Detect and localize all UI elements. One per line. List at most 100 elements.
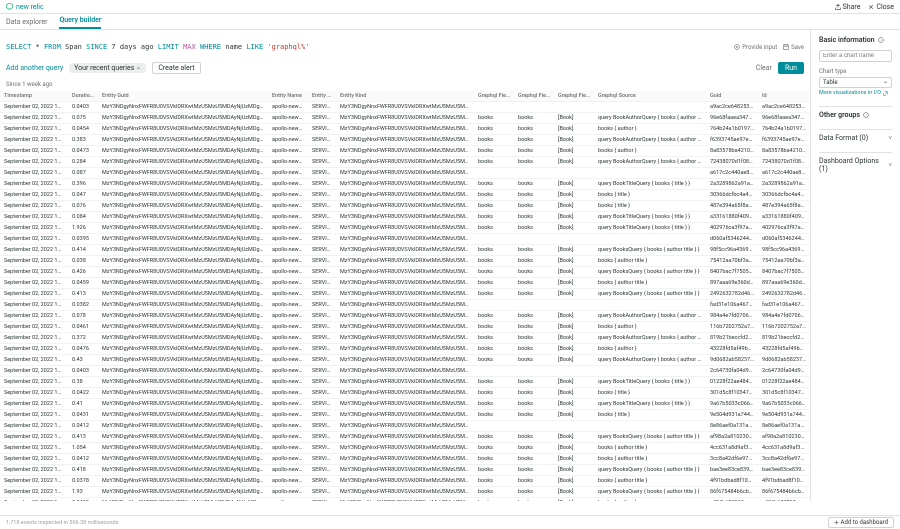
- nrql-editor[interactable]: SELECT * FROM Span SINCE 7 days ago LIMI…: [6, 43, 728, 51]
- table-row[interactable]: September 02, 2022 14:38:401.054MzY3NDgy…: [0, 443, 810, 454]
- provide-input-button[interactable]: Provide input: [734, 44, 777, 51]
- table-row[interactable]: September 02, 2022 14:39:410.41MzY3NDgyN…: [0, 399, 810, 410]
- table-cell: [Book]: [554, 487, 594, 498]
- table-cell: apollo-newrelic-otel: [268, 443, 308, 454]
- table-row[interactable]: September 02, 2022 14:39:430.43MzY3NDgyN…: [0, 355, 810, 366]
- table-row[interactable]: September 02, 2022 14:39:430.0422MzY3NDg…: [0, 388, 810, 399]
- table-row[interactable]: September 02, 2022 14:33:580.0395MzY3NDg…: [0, 234, 810, 245]
- chart-name-input[interactable]: [819, 50, 892, 62]
- chart-type-select[interactable]: Table: [819, 77, 892, 88]
- table-cell: MzY3NDgyNnxFWFR8U0VSVklDRXwtMzU5MzU5MDAy…: [336, 190, 474, 201]
- table-row[interactable]: September 02, 2022 14:33:590.038MzY3NDgy…: [0, 256, 810, 267]
- tab-data-explorer[interactable]: Data explorer: [6, 18, 47, 29]
- table-cell: MzY3NDgyNnxFWFR8U0VSVklDRXwtMzU5MzU5MDAy…: [336, 344, 474, 355]
- table-cell: [474, 366, 514, 377]
- table-row[interactable]: September 02, 2022 14:39:390.0378MzY3NDg…: [0, 476, 810, 487]
- share-button[interactable]: Share: [835, 3, 861, 11]
- table-row[interactable]: September 02, 2022 14:37:580.0439MzY3NDg…: [0, 498, 810, 502]
- close-button[interactable]: Close: [868, 3, 894, 11]
- table-row[interactable]: September 02, 2022 14:38:400.418MzY3NDgy…: [0, 465, 810, 476]
- table-cell: SERVICE: [308, 454, 336, 465]
- table-row[interactable]: September 02, 2022 14:33:571.926MzY3NDgy…: [0, 223, 810, 234]
- dashboard-options-accordion[interactable]: Dashboard Options (1) ˅: [819, 152, 892, 173]
- table-cell: query BookTitleQuery { books { title } }: [594, 179, 706, 190]
- column-header[interactable]: Entity Guid: [98, 91, 268, 102]
- table-row[interactable]: September 02, 2022 14:33:510.0454MzY3NDg…: [0, 124, 810, 135]
- table-row[interactable]: September 02, 2022 14:38:000.0412MzY3NDg…: [0, 421, 810, 432]
- table-row[interactable]: September 02, 2022 14:33:510.383MzY3NDgy…: [0, 135, 810, 146]
- add-query-link[interactable]: Add another query: [6, 64, 63, 72]
- table-row[interactable]: September 02, 2022 14:33:020.0459MzY3NDg…: [0, 278, 810, 289]
- table-row[interactable]: September 02, 2022 14:39:410.38MzY3NDgyN…: [0, 377, 810, 388]
- table-row[interactable]: September 02, 2022 14:39:410.0461MzY3NDg…: [0, 322, 810, 333]
- tab-query-builder[interactable]: Query builder: [59, 16, 101, 29]
- table-cell: f6393745ae97e81: [758, 135, 810, 146]
- table-row[interactable]: September 02, 2022 14:33:020.413MzY3NDgy…: [0, 289, 810, 300]
- run-button[interactable]: Run: [778, 62, 804, 74]
- table-cell: books { author title }: [594, 256, 706, 267]
- table-row[interactable]: September 02, 2022 14:39:410.0403MzY3NDg…: [0, 366, 810, 377]
- table-cell: 01228f22ae48458d: [706, 377, 758, 388]
- column-header[interactable]: Entity Name: [268, 91, 308, 102]
- column-header[interactable]: Entity Kind: [336, 91, 474, 102]
- table-row[interactable]: September 02, 2022 14:39:400.0412MzY3NDg…: [0, 454, 810, 465]
- column-header[interactable]: Timestamp: [0, 91, 68, 102]
- table-row[interactable]: September 02, 2022 14:33:580.414MzY3NDgy…: [0, 245, 810, 256]
- add-to-dashboard-button[interactable]: Add to dashboard: [828, 517, 894, 528]
- table-row[interactable]: September 02, 2022 14:33:580.284MzY3NDgy…: [0, 157, 810, 168]
- column-header[interactable]: Guid: [706, 91, 758, 102]
- table-cell: SERVICE: [308, 465, 336, 476]
- table-cell: apollo-newrelic-otel: [268, 146, 308, 157]
- brand-logo[interactable]: new relic: [6, 3, 44, 11]
- table-row[interactable]: September 02, 2022 14:33:440.0382MzY3NDg…: [0, 300, 810, 311]
- table-row[interactable]: September 02, 2022 14:33:590.087MzY3NDgy…: [0, 168, 810, 179]
- table-row[interactable]: September 02, 2022 14:39:410.078MzY3NDgy…: [0, 311, 810, 322]
- table-row[interactable]: September 02, 2022 14:33:590.076MzY3NDgy…: [0, 201, 810, 212]
- table-cell: 764b24a1b0197077: [706, 124, 758, 135]
- column-header[interactable]: Graphql Field Name: [474, 91, 514, 102]
- table-row[interactable]: September 02, 2022 14:39:420.0431MzY3NDg…: [0, 410, 810, 421]
- table-row[interactable]: September 02, 2022 14:39:391.93MzY3NDgyN…: [0, 487, 810, 498]
- table-row[interactable]: September 02, 2022 14:33:590.426MzY3NDgy…: [0, 267, 810, 278]
- table-cell: SERVICE: [308, 388, 336, 399]
- table-row[interactable]: September 02, 2022 14:39:410.372MzY3NDgy…: [0, 333, 810, 344]
- more-viz-link[interactable]: More visualizations in I/O: [819, 90, 892, 96]
- table-cell: 8a83578ba421039d5: [706, 146, 758, 157]
- table-cell: MzY3NDgyNnxFWFR8U0VSVklDRXwtMzU5MzU5MDAy…: [336, 102, 474, 113]
- table-row[interactable]: September 02, 2022 14:39:410.0476MzY3NDg…: [0, 344, 810, 355]
- table-cell: MzY3NDgyNnxFWFR8U0VSVklDRXwtMzU5MzU5MDAy…: [98, 388, 268, 399]
- table-cell: 0.413: [68, 289, 98, 300]
- data-format-accordion[interactable]: Data Format (0) ˅: [819, 129, 892, 142]
- table-cell: af98a2a8102303186: [706, 432, 758, 443]
- table-row[interactable]: September 02, 2022 14:38:000.413MzY3NDgy…: [0, 432, 810, 443]
- table-row[interactable]: September 02, 2022 14:33:590.047MzY3NDgy…: [0, 190, 810, 201]
- column-header[interactable]: Graphql Field Path: [514, 91, 554, 102]
- column-header[interactable]: Graphql Field Type: [554, 91, 594, 102]
- table-cell: apollo-newrelic-otel: [268, 421, 308, 432]
- clear-button[interactable]: Clear: [756, 64, 772, 72]
- column-header[interactable]: Duration Ms: [68, 91, 98, 102]
- table-row[interactable]: September 02, 2022 14:33:500.0403MzY3NDg…: [0, 102, 810, 113]
- table-cell: September 02, 2022 14:33:58: [0, 157, 68, 168]
- create-alert-button[interactable]: Create alert: [152, 62, 200, 74]
- info-icon[interactable]: i: [878, 37, 884, 43]
- table-cell: 9e504d931a744ec: [758, 410, 810, 421]
- table-cell: books { title }: [594, 410, 706, 421]
- recent-queries-pill[interactable]: Your recent queries: [69, 63, 146, 73]
- other-groups-accordion[interactable]: Other groups i: [819, 106, 892, 119]
- table-cell: books: [514, 135, 554, 146]
- table-cell: 2c64730fa04d9ba4: [758, 366, 810, 377]
- column-header[interactable]: Id: [758, 91, 810, 102]
- table-cell: 819b21beccfd2c18: [706, 333, 758, 344]
- save-query-button[interactable]: Save: [783, 44, 804, 51]
- table-row[interactable]: September 02, 2022 14:33:510.075MzY3NDgy…: [0, 113, 810, 124]
- table-cell: 4cc631a8d9af3b9d9: [706, 443, 758, 454]
- table-row[interactable]: September 02, 2022 14:33:570.084MzY3NDgy…: [0, 212, 810, 223]
- table-cell: 301d5c8f103473386: [706, 388, 758, 399]
- results-table-wrap[interactable]: ⋯ TimestampDuration MsEntity GuidEntity …: [0, 91, 810, 501]
- column-header[interactable]: Graphql Source: [594, 91, 706, 102]
- column-header[interactable]: Entity Type: [308, 91, 336, 102]
- table-row[interactable]: September 02, 2022 14:33:580.0473MzY3NDg…: [0, 146, 810, 157]
- table-cell: query BooksQuery { books { author title …: [594, 432, 706, 443]
- table-row[interactable]: September 02, 2022 14:33:590.396MzY3NDgy…: [0, 179, 810, 190]
